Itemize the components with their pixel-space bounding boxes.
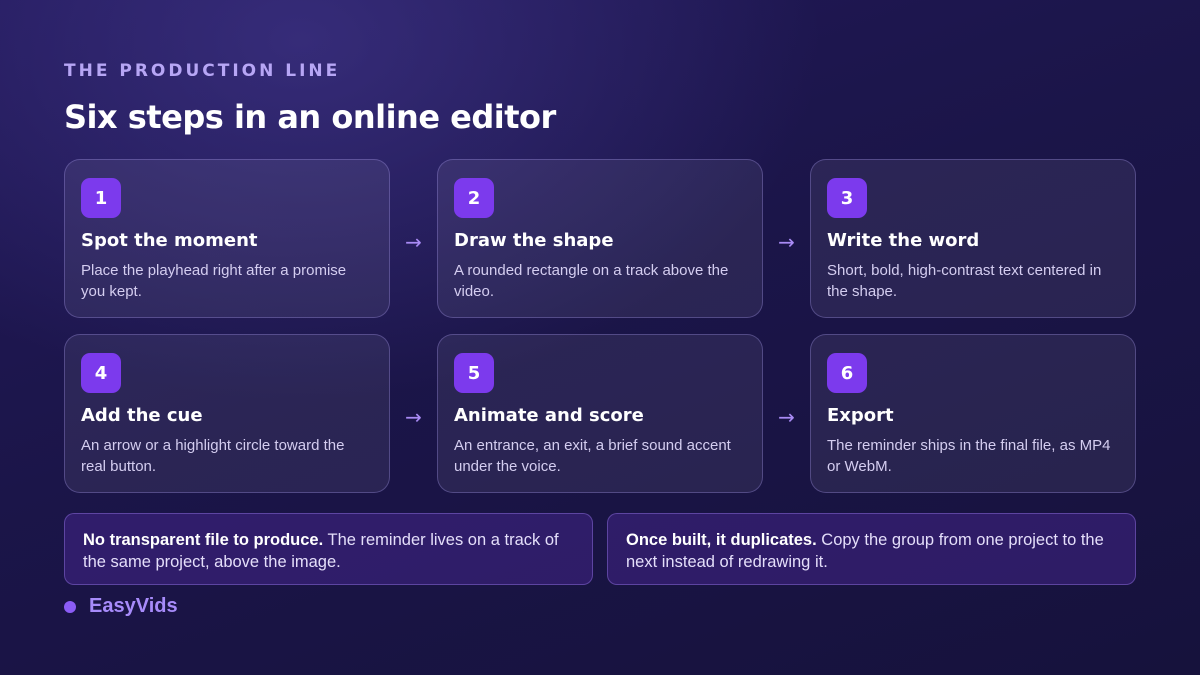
arrow-right-icon: → <box>778 404 795 429</box>
arrow-right-icon: → <box>405 229 422 254</box>
steps-row-1: 1 Spot the moment Place the playhead rig… <box>64 159 1136 318</box>
steps-row-2: 4 Add the cue An arrow or a highlight ci… <box>64 334 1136 493</box>
note-card-duplicates: Once built, it duplicates. Copy the grou… <box>607 513 1136 585</box>
step-number-badge: 1 <box>81 178 121 218</box>
step-title: Draw the shape <box>454 230 614 251</box>
step-title: Write the word <box>827 230 980 251</box>
step-card-2: 2 Draw the shape A rounded rectangle on … <box>437 159 763 318</box>
step-description: The reminder ships in the final file, as… <box>827 437 1111 475</box>
step-number-badge: 5 <box>454 353 494 393</box>
note-emphasis: No transparent file to produce. <box>83 531 324 549</box>
step-description: An entrance, an exit, a brief sound acce… <box>454 437 731 475</box>
step-card-3: 3 Write the word Short, bold, high-contr… <box>810 159 1136 318</box>
step-description: A rounded rectangle on a track above the… <box>454 262 729 300</box>
step-number-badge: 4 <box>81 353 121 393</box>
step-number-badge: 6 <box>827 353 867 393</box>
step-title: Export <box>827 405 894 426</box>
brand-name: EasyVids <box>89 595 178 617</box>
step-card-1: 1 Spot the moment Place the playhead rig… <box>64 159 390 318</box>
note-card-transparent: No transparent file to produce. The remi… <box>64 513 593 585</box>
brand-footer: EasyVids <box>64 595 178 618</box>
step-card-4: 4 Add the cue An arrow or a highlight ci… <box>64 334 390 493</box>
eyebrow-label: THE PRODUCTION LINE <box>64 61 341 81</box>
brand-dot-icon <box>64 600 76 613</box>
notes-row: No transparent file to produce. The remi… <box>64 513 1136 585</box>
step-description: Short, bold, high-contrast text centered… <box>827 262 1102 300</box>
step-title: Spot the moment <box>81 230 258 251</box>
step-card-6: 6 Export The reminder ships in the final… <box>810 334 1136 493</box>
page-title: Six steps in an online editor <box>64 98 556 136</box>
steps-grid: 1 Spot the moment Place the playhead rig… <box>64 159 1136 509</box>
step-description: Place the playhead right after a promise… <box>81 262 347 300</box>
arrow-right-icon: → <box>405 404 422 429</box>
step-number-badge: 3 <box>827 178 867 218</box>
step-title: Add the cue <box>81 405 203 426</box>
note-emphasis: Once built, it duplicates. <box>626 531 817 549</box>
step-title: Animate and score <box>454 405 644 426</box>
step-number-badge: 2 <box>454 178 494 218</box>
step-card-5: 5 Animate and score An entrance, an exit… <box>437 334 763 493</box>
step-description: An arrow or a highlight circle toward th… <box>81 437 345 475</box>
arrow-right-icon: → <box>778 229 795 254</box>
